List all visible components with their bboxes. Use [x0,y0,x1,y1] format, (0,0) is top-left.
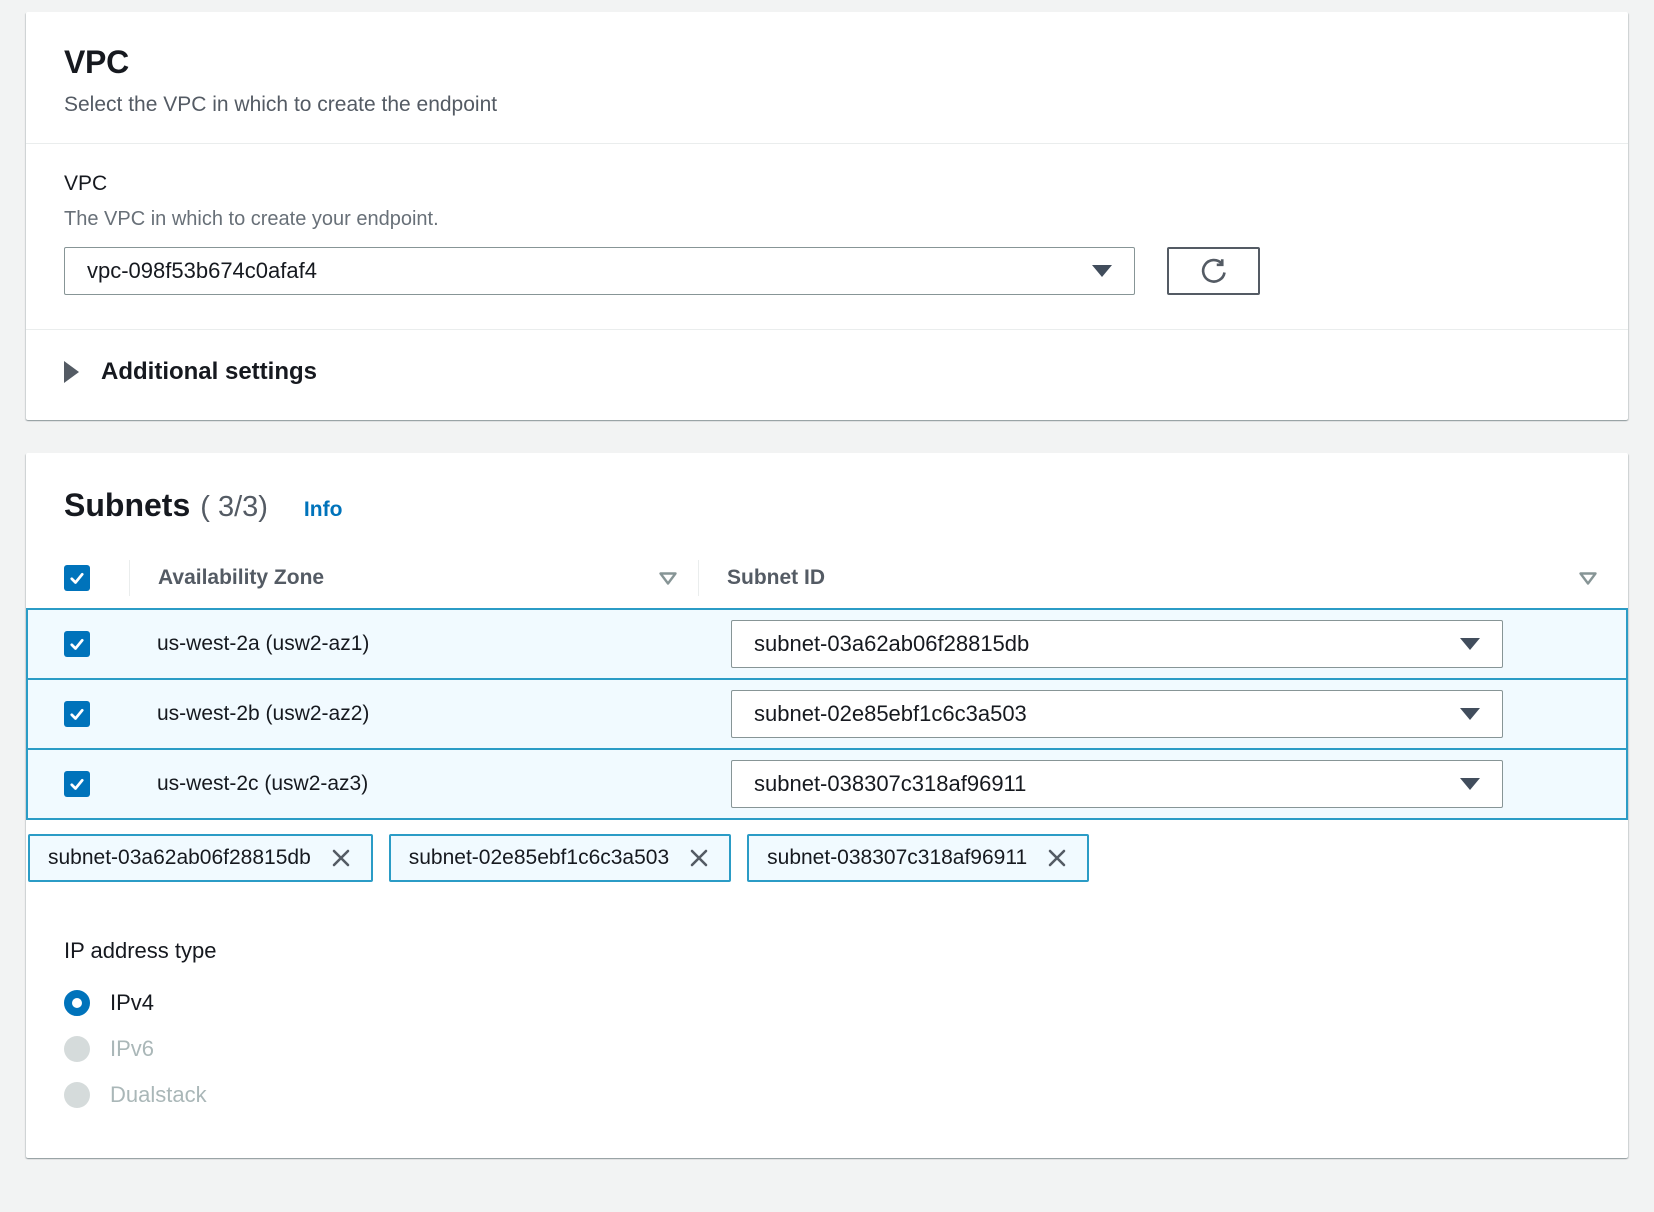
chevron-down-icon [1460,708,1480,720]
subnet-id-select[interactable]: subnet-03a62ab06f28815db [731,620,1503,668]
subnet-token-label: subnet-02e85ebf1c6c3a503 [409,846,669,870]
vpc-card-subtitle: Select the VPC in which to create the en… [64,93,1590,117]
availability-zone-cell: us-west-2c (usw2-az3) [129,772,699,796]
radio-option-dualstack: Dualstack [64,1072,1590,1118]
select-all-checkbox[interactable] [64,565,90,591]
chevron-down-icon [1460,778,1480,790]
triangle-right-icon [64,361,79,383]
vpc-field-description: The VPC in which to create your endpoint… [64,208,1590,231]
subnets-card-header: Subnets( 3/3) Info [26,453,1628,546]
subnets-table-rows: us-west-2a (usw2-az1) subnet-03a62ab06f2… [26,610,1628,820]
check-icon [68,569,86,587]
check-icon [68,775,86,793]
availability-zone-cell: us-west-2a (usw2-az1) [129,632,699,656]
vpc-field-label: VPC [64,172,1590,196]
dismiss-token-button[interactable] [1045,846,1069,870]
chevron-down-icon [1460,638,1480,650]
ip-address-type-section: IP address type IPv4 IPv6 Dualstack [26,882,1628,1118]
row-checkbox[interactable] [64,771,90,797]
radio-label-ipv6: IPv6 [110,1036,154,1062]
table-row: us-west-2b (usw2-az2) subnet-02e85ebf1c6… [26,678,1628,750]
close-icon [687,846,711,870]
radio-option-ipv6: IPv6 [64,1026,1590,1072]
table-row: us-west-2a (usw2-az1) subnet-03a62ab06f2… [26,608,1628,680]
vpc-card-title: VPC [64,44,1590,81]
row-checkbox[interactable] [64,631,90,657]
radio-disabled-icon [64,1082,90,1108]
subnet-id-select[interactable]: subnet-038307c318af96911 [731,760,1503,808]
subnet-id-select-value: subnet-038307c318af96911 [754,771,1026,797]
row-checkbox[interactable] [64,701,90,727]
subnet-id-select-value: subnet-02e85ebf1c6c3a503 [754,701,1027,727]
subnets-card: Subnets( 3/3) Info Availability Zone Sub… [26,453,1628,1158]
availability-zone-cell: us-west-2b (usw2-az2) [129,702,699,726]
subnet-id-select-value: subnet-03a62ab06f28815db [754,631,1029,657]
radio-label-dualstack: Dualstack [110,1082,207,1108]
sort-icon[interactable] [658,571,678,586]
check-icon [68,705,86,723]
ip-address-type-label: IP address type [64,938,1590,964]
vpc-select-value: vpc-098f53b674c0afaf4 [87,258,317,284]
refresh-icon [1199,256,1229,286]
additional-settings-expander[interactable]: Additional settings [64,358,317,386]
refresh-button[interactable] [1167,247,1260,295]
radio-selected-icon[interactable] [64,990,90,1016]
subnet-token-group: subnet-03a62ab06f28815db subnet-02e85ebf… [28,834,1628,882]
radio-label-ipv4: IPv4 [110,990,154,1016]
subnets-card-title: Subnets( 3/3) [64,487,268,524]
subnet-token: subnet-03a62ab06f28815db [28,834,373,882]
radio-option-ipv4[interactable]: IPv4 [64,980,1590,1026]
sort-icon[interactable] [1578,571,1598,586]
subnets-table-header: Availability Zone Subnet ID [26,546,1628,610]
vpc-card-body: VPC The VPC in which to create your endp… [26,144,1628,329]
vpc-card: VPC Select the VPC in which to create th… [26,12,1628,420]
vpc-card-header: VPC Select the VPC in which to create th… [26,12,1628,143]
close-icon [329,846,353,870]
close-icon [1045,846,1069,870]
subnet-token: subnet-02e85ebf1c6c3a503 [389,834,731,882]
subnets-count: ( 3/3) [200,491,268,523]
vpc-select[interactable]: vpc-098f53b674c0afaf4 [64,247,1135,295]
info-link[interactable]: Info [304,498,342,522]
check-icon [68,635,86,653]
dismiss-token-button[interactable] [329,846,353,870]
column-header-subnet-id: Subnet ID [727,566,825,590]
subnet-token: subnet-038307c318af96911 [747,834,1089,882]
table-row: us-west-2c (usw2-az3) subnet-038307c318a… [26,748,1628,820]
chevron-down-icon [1092,265,1112,277]
additional-settings-label: Additional settings [101,358,317,386]
subnet-token-label: subnet-038307c318af96911 [767,846,1027,870]
subnet-token-label: subnet-03a62ab06f28815db [48,846,311,870]
subnet-id-select[interactable]: subnet-02e85ebf1c6c3a503 [731,690,1503,738]
dismiss-token-button[interactable] [687,846,711,870]
column-header-availability-zone: Availability Zone [158,566,324,590]
radio-disabled-icon [64,1036,90,1062]
